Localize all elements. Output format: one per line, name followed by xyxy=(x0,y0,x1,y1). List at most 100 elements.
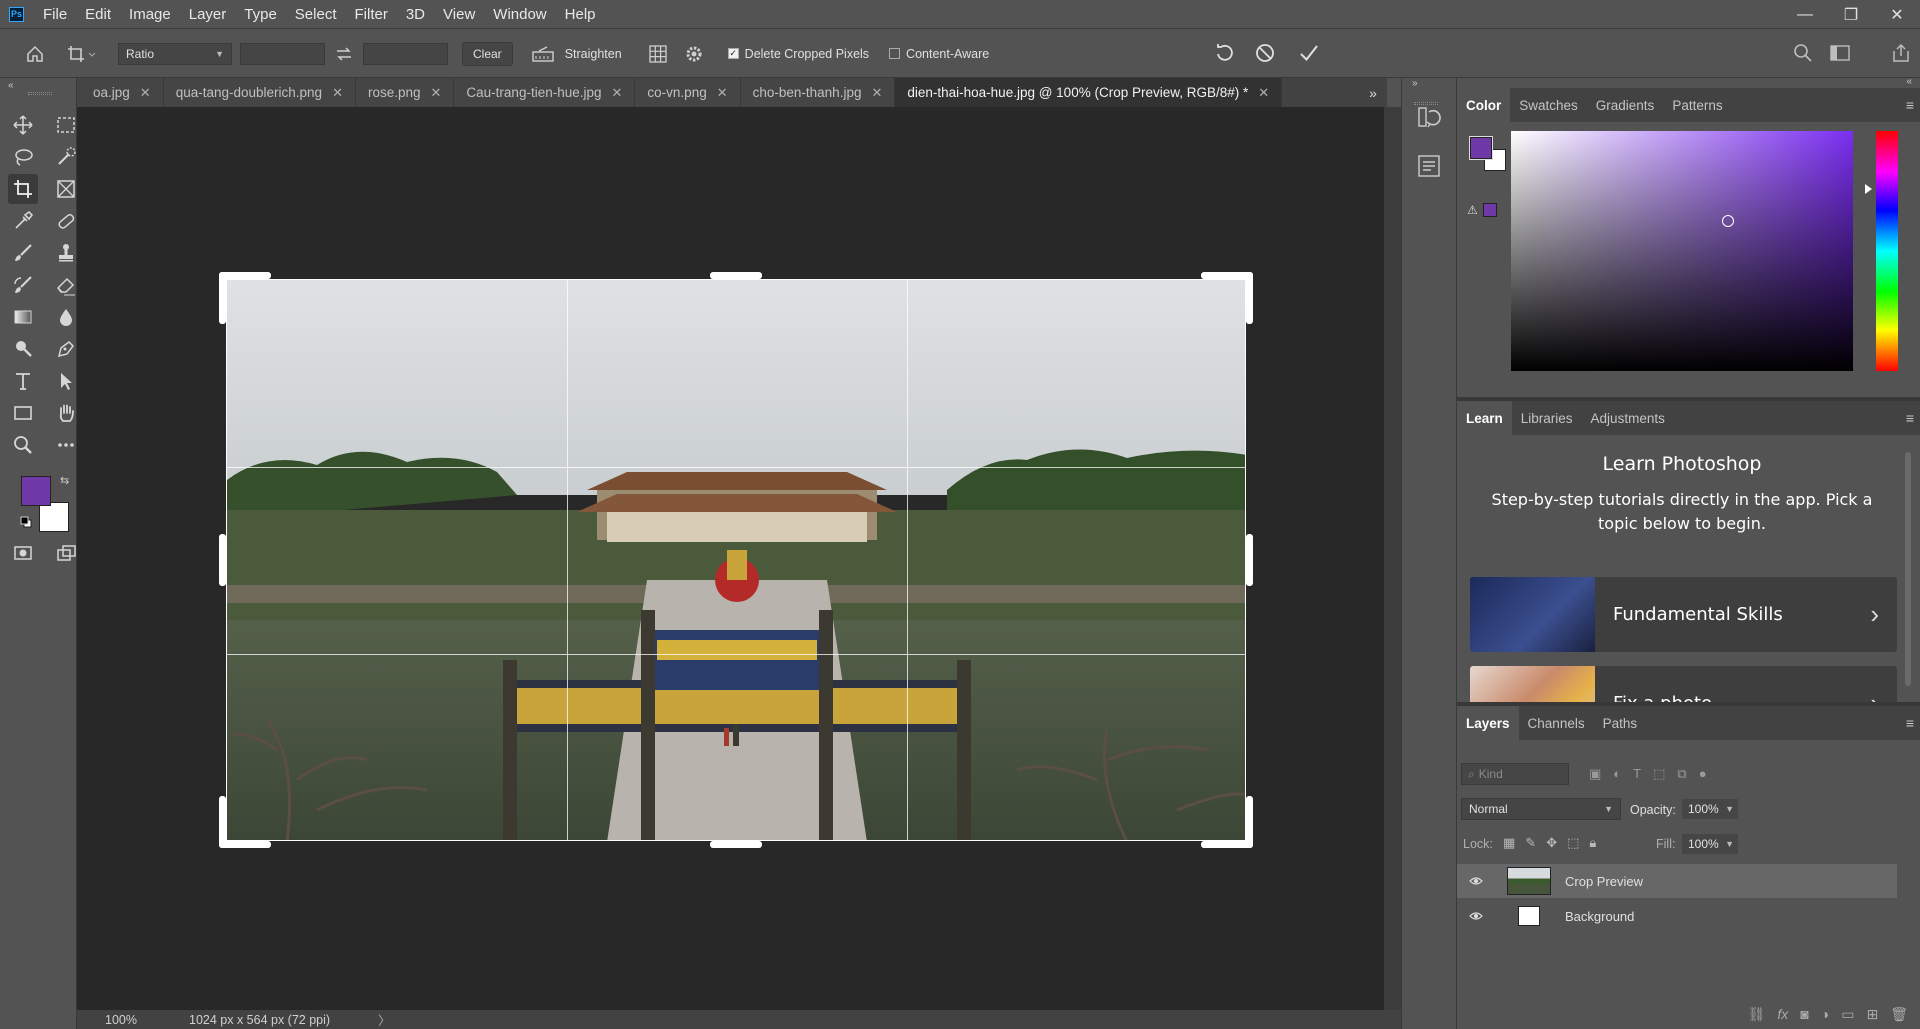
doc-tab[interactable]: co-vn.png ✕ xyxy=(635,78,741,107)
close-icon[interactable]: ✕ xyxy=(1258,85,1269,101)
hue-slider-handle[interactable] xyxy=(1865,184,1872,194)
tab-adjustments[interactable]: Adjustments xyxy=(1582,401,1674,435)
workspace-icon[interactable] xyxy=(1827,39,1853,67)
new-group-icon[interactable]: ▭ xyxy=(1841,1006,1854,1023)
document-image[interactable] xyxy=(226,279,1246,841)
search-icon[interactable] xyxy=(1790,39,1816,67)
lasso-tool-icon[interactable] xyxy=(8,142,38,172)
zoom-level[interactable]: 100% xyxy=(77,1013,147,1027)
tab-color[interactable]: Color xyxy=(1457,88,1511,122)
panel-grip[interactable] xyxy=(28,92,52,95)
doc-tab-active[interactable]: dien-thai-hoa-hue.jpg @ 100% (Crop Previ… xyxy=(895,78,1283,107)
chevron-down-icon[interactable]: ▼ xyxy=(1725,839,1734,849)
history-icon[interactable] xyxy=(1416,104,1442,133)
share-icon[interactable] xyxy=(1888,39,1914,67)
menu-edit[interactable]: Edit xyxy=(76,0,120,29)
layer-row-crop-preview[interactable]: Crop Preview xyxy=(1457,864,1897,898)
menu-type[interactable]: Type xyxy=(235,0,286,29)
filter-type-icon[interactable]: T xyxy=(1633,766,1641,782)
layer-filter-select[interactable]: ⌕ Kind xyxy=(1461,763,1569,785)
menu-view[interactable]: View xyxy=(434,0,484,29)
crop-handle-top-left[interactable] xyxy=(219,272,271,279)
menu-filter[interactable]: Filter xyxy=(346,0,397,29)
tab-gradients[interactable]: Gradients xyxy=(1587,88,1664,122)
menu-image[interactable]: Image xyxy=(120,0,180,29)
type-tool-icon[interactable] xyxy=(8,366,38,396)
color-picker-cursor[interactable] xyxy=(1722,215,1734,227)
layer-name[interactable]: Background xyxy=(1565,909,1634,924)
crop-handle-bottom-right[interactable] xyxy=(1246,796,1253,848)
crop-height-input[interactable] xyxy=(363,42,448,65)
move-tool-icon[interactable] xyxy=(8,110,38,140)
menu-layer[interactable]: Layer xyxy=(180,0,236,29)
background-color-swatch[interactable] xyxy=(39,502,69,532)
layer-row-background[interactable]: Background xyxy=(1457,899,1897,933)
history-brush-tool-icon[interactable] xyxy=(8,270,38,300)
fx-icon[interactable]: fx xyxy=(1777,1006,1788,1022)
layer-name[interactable]: Crop Preview xyxy=(1565,874,1643,889)
menu-window[interactable]: Window xyxy=(484,0,555,29)
crop-handle-top-left[interactable] xyxy=(219,272,226,324)
crop-handle-bottom-left[interactable] xyxy=(219,796,226,848)
menu-file[interactable]: File xyxy=(34,0,76,29)
gamut-color-swatch[interactable] xyxy=(1483,203,1497,217)
add-mask-icon[interactable]: ◙ xyxy=(1800,1006,1808,1022)
learn-card-fix-a-photo[interactable]: Fix a photo › xyxy=(1470,666,1897,702)
opacity-input[interactable]: 100% ▼ xyxy=(1682,799,1738,819)
straighten-label[interactable]: Straighten xyxy=(565,47,622,61)
delete-cropped-checkbox[interactable]: ✓ Delete Cropped Pixels xyxy=(727,47,869,61)
tab-learn[interactable]: Learn xyxy=(1457,401,1512,435)
tab-swatches[interactable]: Swatches xyxy=(1510,88,1587,122)
lock-all-icon[interactable]: 🔒︎ xyxy=(1589,835,1596,851)
straighten-icon[interactable] xyxy=(525,42,561,66)
vertical-scrollbar[interactable] xyxy=(1384,107,1401,1010)
tab-patterns[interactable]: Patterns xyxy=(1663,88,1731,122)
fill-input[interactable]: 100% ▼ xyxy=(1682,834,1738,854)
crop-handle-top[interactable] xyxy=(710,272,762,279)
minimize-button[interactable]: — xyxy=(1782,0,1828,29)
crop-handle-top-right[interactable] xyxy=(1246,272,1253,324)
tab-channels[interactable]: Channels xyxy=(1519,706,1594,740)
swap-colors-icon[interactable]: ⇆ xyxy=(60,474,69,487)
swap-dimensions-icon[interactable] xyxy=(325,42,363,66)
filter-pixel-icon[interactable]: ▣ xyxy=(1589,766,1601,782)
collapse-icon[interactable]: « xyxy=(8,80,14,91)
hue-slider[interactable] xyxy=(1876,131,1898,371)
gamut-warning-icon[interactable]: ⚠ xyxy=(1467,203,1478,217)
zoom-tool-icon[interactable] xyxy=(8,430,38,460)
panel-menu-icon[interactable]: ≡ xyxy=(1906,410,1914,426)
quick-mask-icon[interactable] xyxy=(8,538,38,568)
crop-handle-bottom-left[interactable] xyxy=(219,841,271,848)
adjustment-layer-icon[interactable]: ◑ xyxy=(1821,1006,1829,1022)
learn-scrollbar[interactable] xyxy=(1903,438,1913,702)
content-aware-checkbox[interactable]: Content-Aware xyxy=(889,47,989,61)
eye-icon[interactable] xyxy=(1469,909,1483,924)
panel-menu-icon[interactable]: ≡ xyxy=(1906,715,1914,731)
menu-help[interactable]: Help xyxy=(556,0,605,29)
gear-icon[interactable] xyxy=(676,42,712,66)
scrollbar-thumb[interactable] xyxy=(1905,452,1911,686)
panel-foreground-swatch[interactable] xyxy=(1469,136,1493,160)
brush-tool-icon[interactable] xyxy=(8,238,38,268)
color-picker-field[interactable] xyxy=(1511,131,1853,371)
close-icon[interactable]: ✕ xyxy=(871,85,882,101)
close-icon[interactable]: ✕ xyxy=(612,85,623,101)
canvas-area[interactable] xyxy=(77,107,1384,1010)
dodge-tool-icon[interactable] xyxy=(8,334,38,364)
doc-tab[interactable]: rose.png ✕ xyxy=(355,78,455,107)
clear-button[interactable]: Clear xyxy=(462,41,513,66)
delete-layer-icon[interactable]: 🗑︎ xyxy=(1890,1006,1908,1023)
doc-tab[interactable]: oa.jpg ✕ xyxy=(77,78,164,107)
eye-icon[interactable] xyxy=(1469,874,1483,889)
filter-adjustment-icon[interactable]: ◐ xyxy=(1613,766,1621,782)
crop-preset-icon[interactable] xyxy=(58,34,104,74)
close-window-button[interactable]: ✕ xyxy=(1874,0,1920,29)
cancel-icon[interactable] xyxy=(1250,38,1280,68)
restore-button[interactable]: ❐ xyxy=(1828,0,1874,29)
filter-shape-icon[interactable]: ⬚ xyxy=(1653,766,1665,782)
lock-artboard-icon[interactable]: ⬚ xyxy=(1567,835,1579,851)
home-icon[interactable] xyxy=(12,34,58,74)
filter-smart-object-icon[interactable]: ⧉ xyxy=(1677,766,1686,782)
crop-tool-icon[interactable] xyxy=(8,174,38,204)
lock-position-icon[interactable]: ✥ xyxy=(1546,835,1557,851)
